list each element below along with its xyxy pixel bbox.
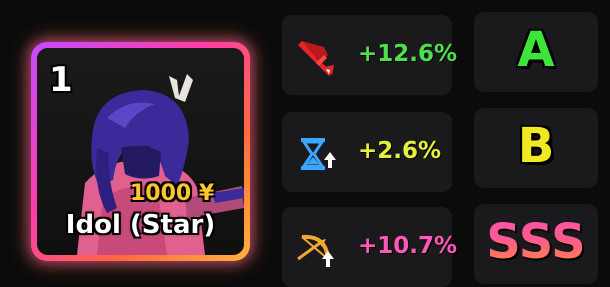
stat-range-value: +10.7%: [358, 233, 458, 259]
stat-damage-value: +12.6%: [358, 41, 458, 67]
grade-range-letter: SSS: [474, 214, 598, 270]
stat-damage: +12.6%: [282, 15, 457, 95]
unit-slot-number: 1: [49, 60, 73, 100]
grade-damage: A: [474, 12, 598, 92]
damage-sword-icon: [298, 41, 334, 76]
unit-price: 1000 ¥: [130, 181, 215, 206]
cooldown-hourglass-icon: [301, 138, 336, 170]
grade-damage-letter: A: [517, 22, 555, 78]
range-bow-icon: [297, 234, 334, 267]
unit-card-inner: 1 1000 ¥ Idol (Star): [37, 48, 244, 255]
stat-range: +10.7%: [282, 207, 457, 287]
unit-name: Idol (Star): [65, 210, 216, 240]
grade-range: SSS: [474, 204, 598, 284]
grade-cooldown: B: [474, 108, 598, 188]
grade-cooldown-letter: B: [517, 118, 555, 174]
stat-cooldown-value: +2.6%: [358, 138, 442, 164]
unit-card[interactable]: 1 1000 ¥ Idol (Star): [31, 42, 250, 261]
stat-cooldown: +2.6%: [282, 112, 452, 192]
